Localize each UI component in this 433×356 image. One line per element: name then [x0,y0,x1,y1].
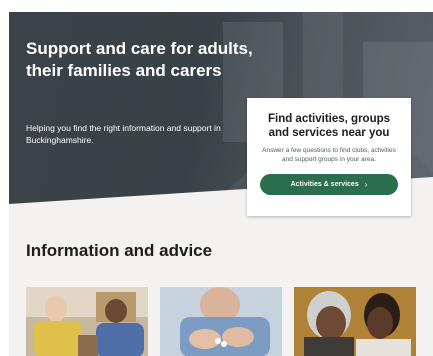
activities-finder-card: Find activities, groups and services nea… [247,98,411,216]
info-card-image-2[interactable] [160,287,282,356]
info-card-image-3[interactable] [294,287,416,356]
main-content: Support and care for adults, their famil… [9,12,433,356]
chevron-right-icon: › [364,180,368,189]
activities-services-button[interactable]: Activities & services › [260,174,398,195]
activities-services-button-label: Activities & services [290,181,359,188]
carer-with-older-woman-photo [294,287,416,356]
page: Support and care for adults, their famil… [0,0,433,356]
hero-subtitle: Helping you find the right information a… [26,123,221,145]
section-title-information-advice: Information and advice [26,241,213,260]
info-card-image-1[interactable] [26,287,148,356]
hands-with-pills-photo [160,287,282,356]
finder-card-title: Find activities, groups and services nea… [267,113,391,139]
finder-card-description: Answer a few questions to find clubs, ac… [262,147,396,163]
hero-title: Support and care for adults, their famil… [26,39,253,80]
older-men-laughing-photo [26,287,148,356]
